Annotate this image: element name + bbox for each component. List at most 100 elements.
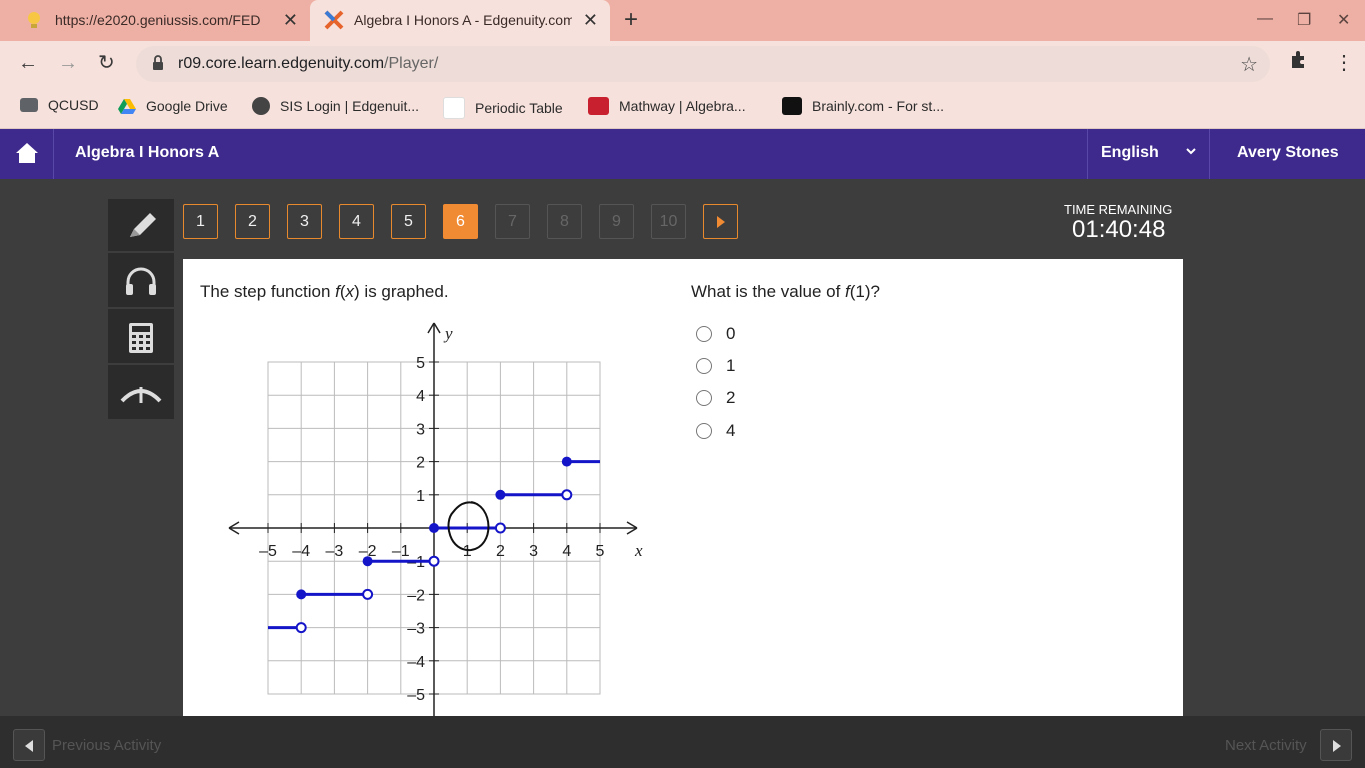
open-endpoint	[494, 522, 506, 534]
pencil-tool[interactable]	[108, 199, 174, 253]
y-axis-label: y	[443, 324, 453, 343]
close-icon[interactable]: ✕	[283, 11, 298, 29]
question-1-button[interactable]: 1	[183, 204, 218, 239]
time-remaining-label: TIME REMAINING	[1064, 202, 1173, 217]
tab-title: https://e2020.geniussis.com/FED	[55, 12, 261, 28]
time-remaining-value: 01:40:48	[1072, 216, 1166, 243]
open-endpoint	[295, 622, 307, 634]
previous-activity-label: Previous Activity	[52, 737, 162, 754]
bookmarks-bar: QCUSD Google Drive SIS Login | Edgenuit.…	[0, 87, 1365, 129]
x-tick-label: 2	[496, 543, 505, 560]
x-tick-label: –4	[292, 543, 310, 560]
step-function-graph: –5 –4 –3 –2 –1 1 2 3 4 554321–1–2–3–4–5xy	[228, 322, 643, 716]
closed-endpoint	[429, 523, 439, 533]
collapse-tool[interactable]	[108, 367, 174, 421]
x-tick-label: 5	[596, 543, 605, 560]
bookmark-star-icon[interactable]: ☆	[1240, 52, 1258, 77]
home-icon	[16, 143, 38, 163]
forward-icon[interactable]: →	[58, 51, 78, 75]
google-drive-icon	[118, 99, 136, 114]
choice-label: 0	[726, 324, 736, 343]
y-tick-label: –5	[407, 687, 425, 704]
y-tick-label: 1	[416, 488, 425, 505]
bookmark-mathway[interactable]: Mathway | Algebra...	[588, 97, 746, 115]
bookmark-label: QCUSD	[48, 97, 99, 113]
bookmark-periodic-table[interactable]: Periodic Table	[443, 97, 563, 119]
bookmark-sis-login[interactable]: SIS Login | Edgenuit...	[252, 97, 419, 115]
maximize-icon[interactable]: ❐	[1297, 10, 1311, 30]
question-10-button[interactable]: 10	[651, 204, 686, 239]
question-8-button[interactable]: 8	[547, 204, 582, 239]
lock-icon	[153, 55, 163, 70]
radio-button[interactable]	[696, 390, 712, 406]
y-tick-label: 5	[416, 355, 425, 372]
back-icon[interactable]: ←	[18, 51, 38, 75]
x-tick-label: –3	[326, 543, 344, 560]
bookmark-label: Google Drive	[146, 98, 228, 114]
audio-tool[interactable]	[108, 255, 174, 309]
answer-choice-1[interactable]: 1	[696, 356, 735, 375]
language-label: English	[1101, 144, 1159, 161]
minimize-icon[interactable]: —	[1257, 10, 1273, 28]
address-bar[interactable]: r09.core.learn.edgenuity.com/Player/ ☆	[136, 46, 1270, 82]
bookmark-label: Mathway | Algebra...	[619, 98, 746, 114]
question-card: The step function f(x) is graphed. –5 –4–…	[183, 259, 1183, 716]
tab-title: Algebra I Honors A - Edgenuity.com	[354, 12, 572, 28]
question-3-button[interactable]: 3	[287, 204, 322, 239]
activity-player: 1 2 3 4 5 6 7 8 9 10 TIME REMAINING 01:4…	[0, 179, 1365, 716]
question-4-button[interactable]: 4	[339, 204, 374, 239]
x-tick-label: –5	[259, 543, 277, 560]
x-tick-label: 4	[562, 543, 571, 560]
question-9-button[interactable]: 9	[599, 204, 634, 239]
bookmark-label: SIS Login | Edgenuit...	[280, 98, 420, 114]
y-tick-label: –4	[407, 654, 425, 671]
menu-kebab-icon[interactable]: ⋮	[1334, 50, 1354, 75]
closed-endpoint	[362, 556, 373, 567]
calculator-tool[interactable]	[108, 311, 174, 365]
answer-choice-0[interactable]: 0	[696, 324, 735, 343]
window-close-icon[interactable]: ✕	[1337, 10, 1350, 30]
question-7-button[interactable]: 7	[495, 204, 530, 239]
bookmark-qcusd[interactable]: QCUSD	[20, 97, 99, 113]
lightbulb-icon	[28, 12, 40, 28]
x-tick-label: 3	[529, 543, 538, 560]
question-6-button[interactable]: 6	[443, 204, 478, 239]
tab-edgenuity[interactable]: Algebra I Honors A - Edgenuity.com ✕	[310, 0, 610, 41]
question-2-button[interactable]: 2	[235, 204, 270, 239]
x-tick-label: 1	[463, 543, 472, 560]
browser-toolbar: ← → ↻ r09.core.learn.edgenuity.com/Playe…	[0, 41, 1365, 87]
next-activity-label: Next Activity	[1225, 737, 1307, 754]
language-selector[interactable]: English	[1087, 129, 1210, 179]
user-name[interactable]: Avery Stones	[1237, 144, 1339, 162]
next-activity-button[interactable]	[1320, 729, 1352, 761]
close-icon[interactable]: ✕	[583, 11, 598, 29]
question-5-button[interactable]: 5	[391, 204, 426, 239]
closed-endpoint	[561, 456, 572, 467]
y-tick-label: 3	[416, 421, 425, 438]
next-question-button[interactable]	[703, 204, 738, 239]
new-tab-icon[interactable]: +	[624, 8, 638, 32]
globe-icon	[252, 97, 270, 115]
play-right-icon	[1333, 740, 1341, 752]
answer-choice-4[interactable]: 4	[696, 421, 735, 440]
previous-activity-button[interactable]	[13, 729, 45, 761]
app-header: Algebra I Honors A English Avery Stones	[0, 129, 1365, 179]
y-tick-label: –3	[407, 621, 425, 638]
tab-geniussis[interactable]: https://e2020.geniussis.com/FED ✕	[0, 0, 310, 41]
bookmark-label: Periodic Table	[475, 100, 563, 116]
reload-icon[interactable]: ↻	[98, 51, 115, 75]
y-tick-label: –2	[407, 587, 425, 604]
bookmark-brainly[interactable]: Brainly.com - For st...	[782, 97, 944, 115]
play-left-icon	[25, 740, 33, 752]
answer-choice-2[interactable]: 2	[696, 388, 735, 407]
bookmark-label: Brainly.com - For st...	[812, 98, 944, 114]
y-tick-label: –1	[407, 554, 425, 571]
brainly-icon	[782, 97, 802, 115]
radio-button[interactable]	[696, 358, 712, 374]
play-right-icon	[716, 215, 725, 228]
radio-button[interactable]	[696, 326, 712, 342]
home-button[interactable]	[0, 129, 54, 179]
radio-button[interactable]	[696, 423, 712, 439]
bookmark-google-drive[interactable]: Google Drive	[118, 97, 228, 115]
extensions-icon[interactable]	[1288, 50, 1308, 76]
